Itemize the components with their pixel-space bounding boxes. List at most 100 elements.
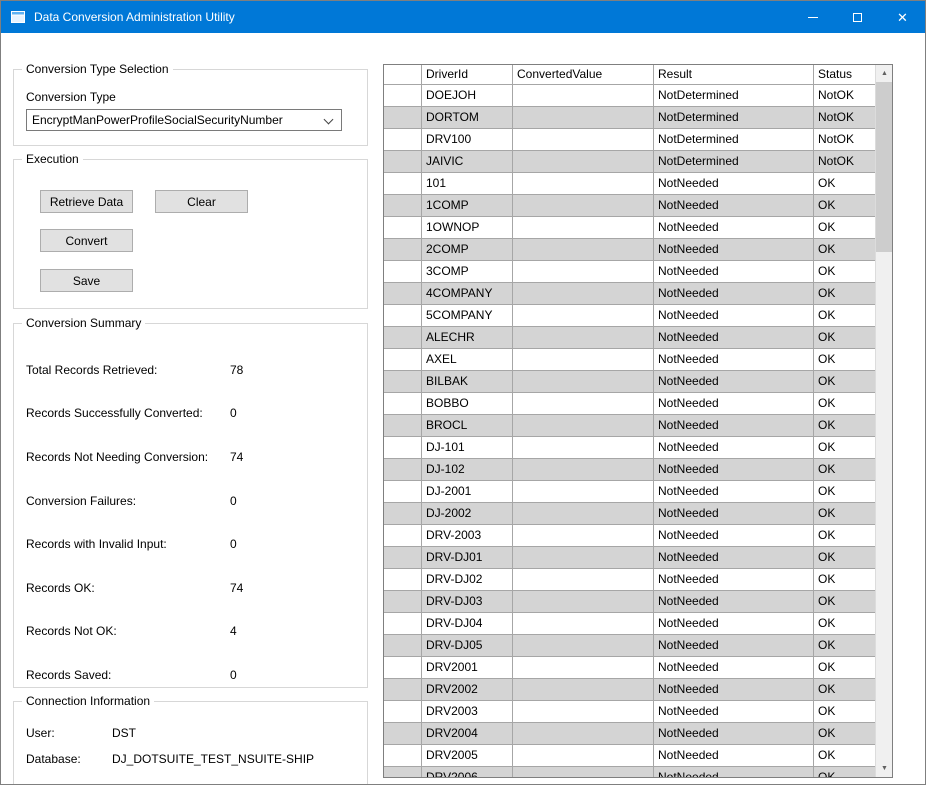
driverid-cell[interactable]: ALECHR <box>422 327 513 349</box>
convertedvalue-cell[interactable] <box>513 723 654 745</box>
row-header-cell[interactable] <box>384 481 422 503</box>
row-header-cell[interactable] <box>384 745 422 767</box>
result-cell[interactable]: NotNeeded <box>654 305 814 327</box>
column-header-result[interactable]: Result <box>654 65 814 85</box>
table-row[interactable]: DRV-DJ05NotNeededOK <box>384 635 875 657</box>
convert-button[interactable]: Convert <box>40 229 133 252</box>
status-cell[interactable]: OK <box>814 569 875 591</box>
row-header-cell[interactable] <box>384 283 422 305</box>
result-cell[interactable]: NotNeeded <box>654 393 814 415</box>
result-cell[interactable]: NotDetermined <box>654 151 814 173</box>
convertedvalue-cell[interactable] <box>513 85 654 107</box>
status-cell[interactable]: OK <box>814 481 875 503</box>
result-cell[interactable]: NotNeeded <box>654 437 814 459</box>
row-header-cell[interactable] <box>384 613 422 635</box>
status-cell[interactable]: OK <box>814 635 875 657</box>
row-header-cell[interactable] <box>384 525 422 547</box>
status-cell[interactable]: OK <box>814 701 875 723</box>
minimize-button[interactable] <box>790 1 835 33</box>
column-header-status[interactable]: Status <box>814 65 875 85</box>
convertedvalue-cell[interactable] <box>513 437 654 459</box>
convertedvalue-cell[interactable] <box>513 239 654 261</box>
driverid-cell[interactable]: DRV-DJ03 <box>422 591 513 613</box>
status-cell[interactable]: OK <box>814 591 875 613</box>
table-row[interactable]: DRV-DJ02NotNeededOK <box>384 569 875 591</box>
result-cell[interactable]: NotNeeded <box>654 415 814 437</box>
scroll-down-icon[interactable]: ▼ <box>876 760 893 777</box>
row-header-cell[interactable] <box>384 129 422 151</box>
convertedvalue-cell[interactable] <box>513 701 654 723</box>
status-cell[interactable]: OK <box>814 283 875 305</box>
driverid-cell[interactable]: DJ-2001 <box>422 481 513 503</box>
result-cell[interactable]: NotNeeded <box>654 283 814 305</box>
driverid-cell[interactable]: DJ-2002 <box>422 503 513 525</box>
convertedvalue-cell[interactable] <box>513 767 654 777</box>
convertedvalue-cell[interactable] <box>513 613 654 635</box>
result-cell[interactable]: NotNeeded <box>654 591 814 613</box>
driverid-cell[interactable]: DRV2002 <box>422 679 513 701</box>
convertedvalue-cell[interactable] <box>513 305 654 327</box>
convertedvalue-cell[interactable] <box>513 283 654 305</box>
result-cell[interactable]: NotNeeded <box>654 767 814 777</box>
convertedvalue-cell[interactable] <box>513 415 654 437</box>
status-cell[interactable]: OK <box>814 613 875 635</box>
result-cell[interactable]: NotNeeded <box>654 657 814 679</box>
row-header-cell[interactable] <box>384 679 422 701</box>
convertedvalue-cell[interactable] <box>513 503 654 525</box>
row-header-cell[interactable] <box>384 305 422 327</box>
result-cell[interactable]: NotNeeded <box>654 635 814 657</box>
table-row[interactable]: BILBAKNotNeededOK <box>384 371 875 393</box>
driverid-cell[interactable]: JAIVIC <box>422 151 513 173</box>
save-button[interactable]: Save <box>40 269 133 292</box>
result-cell[interactable]: NotNeeded <box>654 745 814 767</box>
convertedvalue-cell[interactable] <box>513 195 654 217</box>
convertedvalue-cell[interactable] <box>513 327 654 349</box>
row-header-cell[interactable] <box>384 239 422 261</box>
table-row[interactable]: BROCLNotNeededOK <box>384 415 875 437</box>
convertedvalue-cell[interactable] <box>513 107 654 129</box>
row-header-cell[interactable] <box>384 195 422 217</box>
status-cell[interactable]: NotOK <box>814 85 875 107</box>
convertedvalue-cell[interactable] <box>513 569 654 591</box>
driverid-cell[interactable]: 1OWNOP <box>422 217 513 239</box>
row-header-cell[interactable] <box>384 371 422 393</box>
row-header-cell[interactable] <box>384 503 422 525</box>
result-cell[interactable]: NotNeeded <box>654 195 814 217</box>
table-row[interactable]: DJ-2002NotNeededOK <box>384 503 875 525</box>
table-row[interactable]: 3COMPNotNeededOK <box>384 261 875 283</box>
table-row[interactable]: 4COMPANYNotNeededOK <box>384 283 875 305</box>
result-cell[interactable]: NotNeeded <box>654 503 814 525</box>
table-row[interactable]: BOBBO NotNeededOK <box>384 393 875 415</box>
driverid-cell[interactable]: BOBBO <box>422 393 513 415</box>
row-header-cell[interactable] <box>384 547 422 569</box>
convertedvalue-cell[interactable] <box>513 393 654 415</box>
table-row[interactable]: DRV2003NotNeededOK <box>384 701 875 723</box>
driverid-cell[interactable]: DRV2004 <box>422 723 513 745</box>
result-cell[interactable]: NotNeeded <box>654 547 814 569</box>
convertedvalue-cell[interactable] <box>513 679 654 701</box>
status-cell[interactable]: OK <box>814 261 875 283</box>
row-header-cell[interactable] <box>384 459 422 481</box>
column-header-convertedvalue[interactable]: ConvertedValue <box>513 65 654 85</box>
result-cell[interactable]: NotNeeded <box>654 481 814 503</box>
status-cell[interactable]: OK <box>814 679 875 701</box>
status-cell[interactable]: OK <box>814 327 875 349</box>
table-row[interactable]: AXELNotNeededOK <box>384 349 875 371</box>
table-row[interactable]: DOEJOHNotDeterminedNotOK <box>384 85 875 107</box>
table-row[interactable]: 2COMPNotNeededOK <box>384 239 875 261</box>
status-cell[interactable]: OK <box>814 217 875 239</box>
retrieve-data-button[interactable]: Retrieve Data <box>40 190 133 213</box>
driverid-cell[interactable]: DOEJOH <box>422 85 513 107</box>
driverid-cell[interactable]: DRV2006 <box>422 767 513 777</box>
status-cell[interactable]: OK <box>814 393 875 415</box>
result-cell[interactable]: NotNeeded <box>654 525 814 547</box>
titlebar[interactable]: Data Conversion Administration Utility ✕ <box>1 1 925 33</box>
table-row[interactable]: DRV2002NotNeededOK <box>384 679 875 701</box>
convertedvalue-cell[interactable] <box>513 371 654 393</box>
conversion-type-dropdown[interactable]: EncryptManPowerProfileSocialSecurityNumb… <box>26 109 342 131</box>
column-header-driverid[interactable]: DriverId <box>422 65 513 85</box>
convertedvalue-cell[interactable] <box>513 261 654 283</box>
convertedvalue-cell[interactable] <box>513 151 654 173</box>
driverid-cell[interactable]: AXEL <box>422 349 513 371</box>
row-header-cell[interactable] <box>384 701 422 723</box>
